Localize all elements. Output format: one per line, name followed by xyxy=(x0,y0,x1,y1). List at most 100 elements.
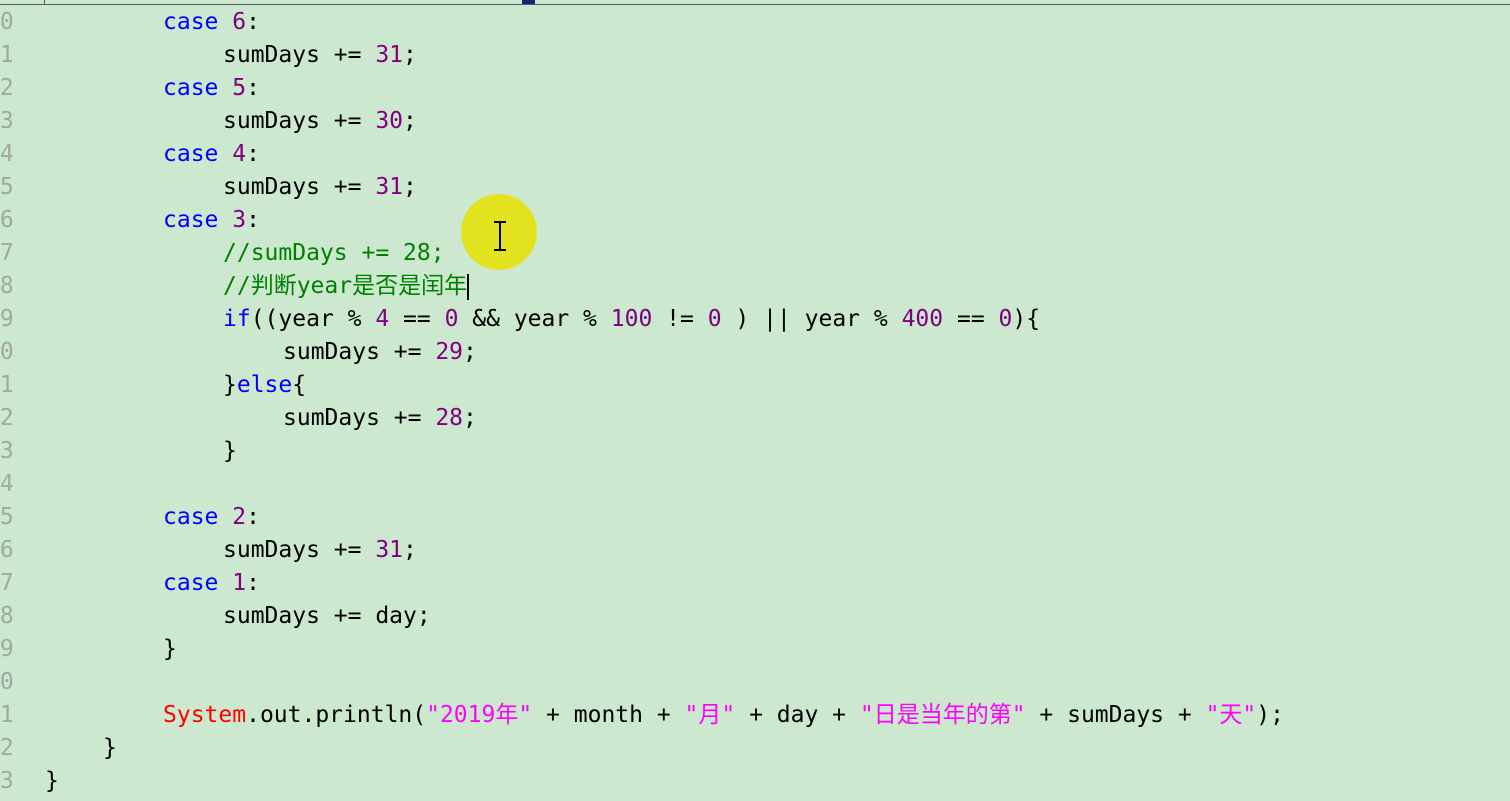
code-token: 31 xyxy=(375,42,404,68)
code-token: : xyxy=(246,570,260,596)
code-token: System xyxy=(163,702,247,728)
code-text[interactable]: //sumDays += 28; xyxy=(223,237,445,270)
code-token: sumDays += day; xyxy=(223,603,431,629)
code-text[interactable]: case 2: xyxy=(163,501,260,534)
line-number: 56 xyxy=(0,537,14,563)
code-token: : xyxy=(246,9,260,35)
code-token: 100 xyxy=(610,306,653,332)
line-number: 54 xyxy=(0,471,14,497)
code-token: ; xyxy=(463,405,477,431)
code-token: } xyxy=(103,735,117,761)
code-line[interactable]: 60 xyxy=(0,666,1510,699)
code-line[interactable]: 57 case 1: xyxy=(0,567,1510,600)
code-text[interactable]: case 5: xyxy=(163,72,260,105)
code-line[interactable]: 42 case 5: xyxy=(0,72,1510,105)
code-token: == xyxy=(943,306,999,332)
code-token: sumDays += xyxy=(223,174,376,200)
line-number: 60 xyxy=(0,669,14,695)
code-text[interactable]: System.out.println("2019年" + month + "月"… xyxy=(163,699,1284,732)
code-token: 0 xyxy=(998,306,1013,332)
code-token: } xyxy=(223,372,237,398)
code-line[interactable]: 50 sumDays += 29; xyxy=(0,336,1510,369)
code-token: : xyxy=(246,75,260,101)
code-line[interactable]: 49 if((year % 4 == 0 && year % 100 != 0 )… xyxy=(0,303,1510,336)
code-token: case xyxy=(163,9,219,35)
code-line[interactable]: 48 //判断year是否是闰年 xyxy=(0,270,1510,303)
code-token: && year % xyxy=(458,306,611,332)
code-token: if xyxy=(223,306,251,332)
code-text[interactable]: if((year % 4 == 0 && year % 100 != 0 ) |… xyxy=(223,303,1040,336)
code-line[interactable]: 53} xyxy=(0,435,1510,468)
line-number: 63 xyxy=(0,768,14,794)
code-line[interactable]: 54 xyxy=(0,468,1510,501)
code-line[interactable]: 46 case 3: xyxy=(0,204,1510,237)
code-token: } xyxy=(45,768,59,794)
code-line[interactable]: 41 sumDays += 31; xyxy=(0,39,1510,72)
code-token: 28 xyxy=(435,405,464,431)
code-text[interactable]: //判断year是否是闰年 xyxy=(223,270,470,303)
code-text[interactable]: case 1: xyxy=(163,567,260,600)
code-token: ){ xyxy=(1012,306,1041,332)
code-line[interactable]: 59} xyxy=(0,633,1510,666)
code-text[interactable]: sumDays += 31; xyxy=(223,534,417,567)
code-token: 31 xyxy=(375,537,404,563)
code-token: } xyxy=(223,438,237,464)
code-text[interactable]: sumDays += 30; xyxy=(223,105,417,138)
code-text[interactable]: case 6: xyxy=(163,6,260,39)
code-text[interactable]: } xyxy=(223,435,237,468)
code-line[interactable]: 56 sumDays += 31; xyxy=(0,534,1510,567)
line-number: 52 xyxy=(0,405,14,431)
code-text[interactable]: sumDays += 31; xyxy=(223,39,417,72)
code-text[interactable]: sumDays += 28; xyxy=(283,402,477,435)
line-number: 58 xyxy=(0,603,14,629)
code-token: ((year % xyxy=(250,306,376,332)
code-line[interactable]: 52 sumDays += 28; xyxy=(0,402,1510,435)
code-token: ; xyxy=(403,42,417,68)
code-token: ; xyxy=(463,339,477,365)
line-number: 42 xyxy=(0,75,14,101)
line-number: 49 xyxy=(0,306,14,332)
code-text[interactable]: } xyxy=(45,765,59,798)
code-text[interactable]: } xyxy=(163,633,177,666)
code-line[interactable]: 45 sumDays += 31; xyxy=(0,171,1510,204)
code-token: 0 xyxy=(444,306,459,332)
code-text[interactable]: sumDays += 31; xyxy=(223,171,417,204)
line-number: 44 xyxy=(0,141,14,167)
code-text[interactable]: case 3: xyxy=(163,204,260,237)
code-line[interactable]: 43 sumDays += 30; xyxy=(0,105,1510,138)
code-line[interactable]: 58 sumDays += day; xyxy=(0,600,1510,633)
code-line[interactable]: 63} xyxy=(0,765,1510,798)
code-token: } xyxy=(163,636,177,662)
code-text[interactable]: sumDays += day; xyxy=(223,600,431,633)
code-line[interactable]: 61 System.out.println("2019年" + month + "… xyxy=(0,699,1510,732)
line-number: 41 xyxy=(0,42,14,68)
line-number: 62 xyxy=(0,735,14,761)
code-line[interactable]: 62} xyxy=(0,732,1510,765)
code-token: 4 xyxy=(375,306,390,332)
code-token: 400 xyxy=(901,306,944,332)
code-line[interactable]: 44 case 4: xyxy=(0,138,1510,171)
code-token: "天" xyxy=(1205,702,1257,728)
line-number: 46 xyxy=(0,207,14,233)
code-line[interactable]: 47 //sumDays += 28; xyxy=(0,237,1510,270)
code-text[interactable]: case 4: xyxy=(163,138,260,171)
code-token: 4 xyxy=(232,141,247,167)
code-token: ; xyxy=(403,174,417,200)
code-text[interactable]: } xyxy=(103,732,117,765)
code-text[interactable]: }else{ xyxy=(223,369,306,402)
code-token: sumDays += xyxy=(223,42,376,68)
code-editor[interactable]: 40case 6:41sumDays += 31;42case 5:43sumD… xyxy=(0,4,1510,801)
code-text[interactable]: sumDays += 29; xyxy=(283,336,477,369)
code-line[interactable]: 55 case 2: xyxy=(0,501,1510,534)
code-token: + month + xyxy=(532,702,685,728)
code-token: case xyxy=(163,504,219,530)
code-token: 0 xyxy=(707,306,722,332)
line-number: 61 xyxy=(0,702,14,728)
code-line[interactable]: 40 case 6: xyxy=(0,6,1510,39)
code-token: 5 xyxy=(232,75,247,101)
code-token: != xyxy=(652,306,708,332)
code-line[interactable]: 51}else{ xyxy=(0,369,1510,402)
